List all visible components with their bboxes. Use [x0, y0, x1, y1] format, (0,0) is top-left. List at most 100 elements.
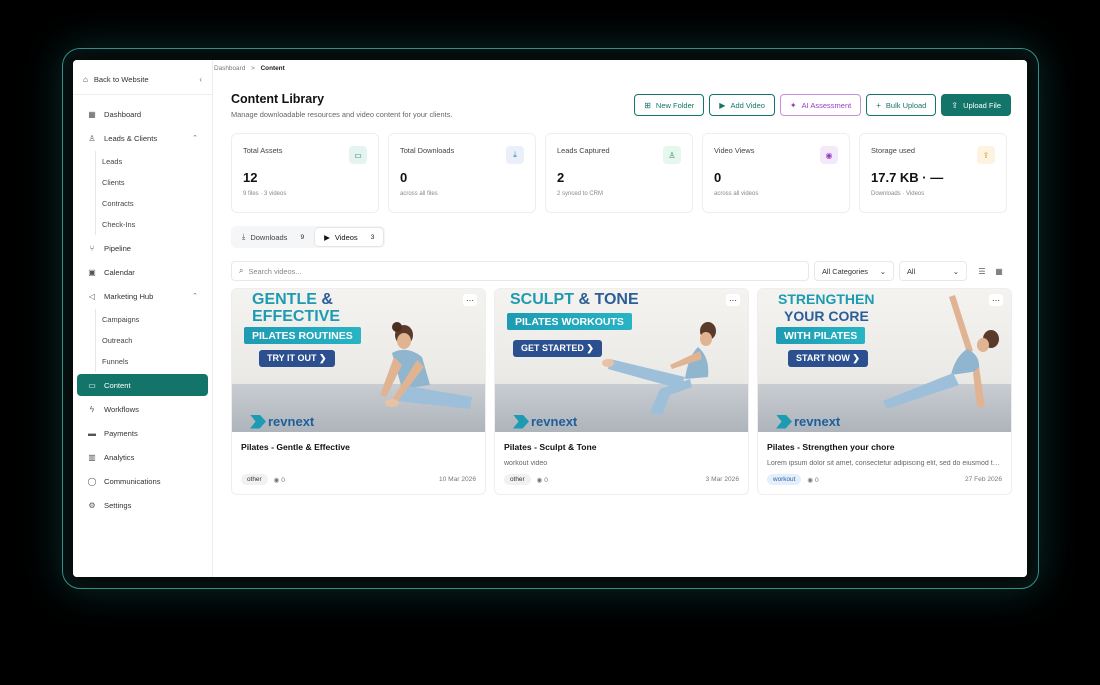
content-tabs: ⤓ Downloads 9 ▶ Videos 3	[231, 226, 386, 248]
more-options-button[interactable]: ⋯	[989, 294, 1003, 306]
headline-line: STRENGTHEN	[778, 291, 875, 307]
sidebar-subitem-check-ins[interactable]: Check-Ins	[102, 214, 212, 235]
folder-icon: ▭	[88, 380, 96, 390]
sidebar-item-label: Content	[104, 380, 131, 390]
sidebar-item-leads-clients[interactable]: ♙ Leads & Clients ⌃	[77, 127, 208, 149]
stat-card-leads-captured: Leads Captured 2 2 synced to CRM ♙	[545, 133, 693, 213]
sidebar-item-label: Calendar	[104, 267, 135, 277]
sidebar-item-workflows[interactable]: ϟ Workflows	[77, 398, 208, 420]
sidebar-item-payments[interactable]: ▬ Payments	[77, 422, 208, 444]
stat-card-total-downloads: Total Downloads 0 across all files ⤓	[388, 133, 536, 213]
button-label: AI Assessment	[801, 100, 852, 110]
thumbnail-headline: STRENGTHEN YOUR CORE	[778, 291, 874, 325]
button-label: New Folder	[655, 100, 695, 110]
sidebar-subitem-leads[interactable]: Leads	[102, 151, 212, 172]
chart-icon: ▥	[88, 452, 96, 462]
stat-value: 2	[557, 170, 565, 185]
headline-line: GENTLE	[252, 291, 317, 308]
thumbnail-pill: WITH PILATES	[776, 327, 866, 344]
sidebar-subitem-funnels[interactable]: Funnels	[102, 351, 212, 372]
more-options-button[interactable]: ⋯	[726, 294, 740, 306]
button-label: Add Video	[730, 100, 765, 110]
video-thumbnail[interactable]: SCULPT & TONE PILATES WORKOUTS GET START…	[495, 289, 748, 432]
video-title: Pilates - Gentle & Effective	[241, 442, 350, 452]
sidebar-item-content[interactable]: ▭ Content	[77, 374, 208, 396]
video-card[interactable]: STRENGTHEN YOUR CORE WITH PILATES START …	[757, 288, 1012, 495]
category-tag: other	[504, 474, 531, 485]
button-label: Upload File	[963, 100, 1001, 110]
sidebar-subitem-outreach[interactable]: Outreach	[102, 330, 212, 351]
sidebar-subitem-campaigns[interactable]: Campaigns	[102, 309, 212, 330]
more-options-button[interactable]: ⋯	[463, 294, 477, 306]
search-icon: ⌕	[239, 266, 244, 275]
type-select[interactable]: All ⌄	[899, 261, 967, 281]
tab-videos[interactable]: ▶ Videos 3	[315, 228, 384, 246]
gear-icon: ⚙	[88, 500, 96, 510]
megaphone-icon: ◁	[88, 291, 96, 301]
sidebar-item-calendar[interactable]: ▣ Calendar	[77, 261, 208, 283]
thumbnail-cta: GET STARTED ❯	[513, 340, 602, 357]
sidebar-item-communications[interactable]: ◯ Communications	[77, 470, 208, 492]
stat-value: 0	[714, 170, 722, 185]
tab-count: 3	[370, 233, 375, 241]
sidebar-item-label: Payments	[104, 428, 138, 438]
sidebar-item-settings[interactable]: ⚙ Settings	[77, 494, 208, 516]
folder-icon: ▭	[349, 146, 367, 164]
eye-icon: ◉	[273, 476, 280, 484]
sidebar-item-analytics[interactable]: ▥ Analytics	[77, 446, 208, 468]
video-thumbnail[interactable]: STRENGTHEN YOUR CORE WITH PILATES START …	[758, 289, 1011, 432]
video-meta: other ◉ 0 3 Mar 2026	[504, 474, 739, 485]
video-card[interactable]: GENTLE & EFFECTIVE PILATES ROUTINES TRY …	[231, 288, 486, 495]
upload-icon: ⇪	[951, 100, 959, 110]
breadcrumb-current: Content	[260, 65, 285, 72]
select-value: All	[907, 266, 916, 276]
category-select[interactable]: All Categories ⌄	[814, 261, 894, 281]
bolt-icon: ϟ	[89, 404, 95, 414]
video-thumbnail[interactable]: GENTLE & EFFECTIVE PILATES ROUTINES TRY …	[232, 289, 485, 432]
card-icon: ▬	[88, 428, 96, 438]
sidebar-item-pipeline[interactable]: ⑂ Pipeline	[77, 237, 208, 259]
stat-sub: across all videos	[714, 191, 759, 197]
sparkles-icon: ✦	[789, 100, 797, 110]
sidebar-item-label: Pipeline	[104, 243, 132, 253]
tab-downloads[interactable]: ⤓ Downloads 9	[233, 228, 313, 246]
revnext-mark-icon	[776, 414, 792, 429]
list-view-icon[interactable]: ☰	[975, 261, 989, 281]
grid-view-icon[interactable]: ▦	[992, 261, 1006, 281]
video-icon: ▶	[324, 232, 330, 242]
video-meta: other ◉ 0 10 Mar 2026	[241, 474, 476, 485]
sidebar-item-dashboard[interactable]: ▦ Dashboard	[77, 103, 208, 125]
download-icon: ⤓	[242, 232, 246, 241]
sidebar-subitem-contracts[interactable]: Contracts	[102, 193, 212, 214]
brand-name: revnext	[794, 414, 841, 429]
video-card[interactable]: SCULPT & TONE PILATES WORKOUTS GET START…	[494, 288, 749, 495]
video-description: Lorem ipsum dolor sit amet, consectetur …	[767, 460, 1002, 467]
sidebar-item-marketing-hub[interactable]: ◁ Marketing Hub ⌃	[77, 285, 208, 307]
brand-name: revnext	[531, 414, 578, 429]
breadcrumb: Dashboard > Content	[214, 65, 285, 72]
app-window: ⌂ Back to Website ‹ ▦ Dashboard ♙ Leads …	[73, 60, 1027, 577]
breadcrumb-dashboard[interactable]: Dashboard	[214, 65, 245, 72]
stat-value: 17.7 KB · —	[871, 170, 944, 185]
search-input[interactable]: ⌕ Search videos...	[231, 261, 809, 281]
back-to-website-link[interactable]: ⌂ Back to Website ‹	[73, 70, 212, 88]
revnext-mark-icon	[513, 414, 529, 429]
stats-row: Total Assets 12 9 files · 3 videos ▭ Tot…	[231, 133, 1007, 213]
new-folder-button[interactable]: ⊞ New Folder	[634, 94, 705, 116]
sidebar-item-label: Leads & Clients	[104, 133, 158, 143]
views-value: 0	[544, 476, 548, 484]
upload-file-button[interactable]: ⇪ Upload File	[941, 94, 1011, 116]
collapse-sidebar-icon[interactable]: ‹	[199, 75, 202, 84]
stat-sub: across all files	[400, 191, 438, 197]
sidebar-item-label: Workflows	[104, 404, 139, 414]
sidebar-subitem-clients[interactable]: Clients	[102, 172, 212, 193]
chevron-up-icon: ⌃	[192, 293, 198, 300]
bulk-upload-button[interactable]: + Bulk Upload	[866, 94, 937, 116]
video-date: 10 Mar 2026	[438, 476, 476, 483]
button-label: Bulk Upload	[885, 100, 927, 110]
stat-value: 12	[243, 170, 258, 185]
add-video-button[interactable]: ▶ Add Video	[709, 94, 775, 116]
video-title: Pilates - Sculpt & Tone	[504, 442, 597, 452]
page-title: Content Library	[231, 92, 325, 106]
ai-assessment-button[interactable]: ✦ AI Assessment	[779, 94, 862, 116]
